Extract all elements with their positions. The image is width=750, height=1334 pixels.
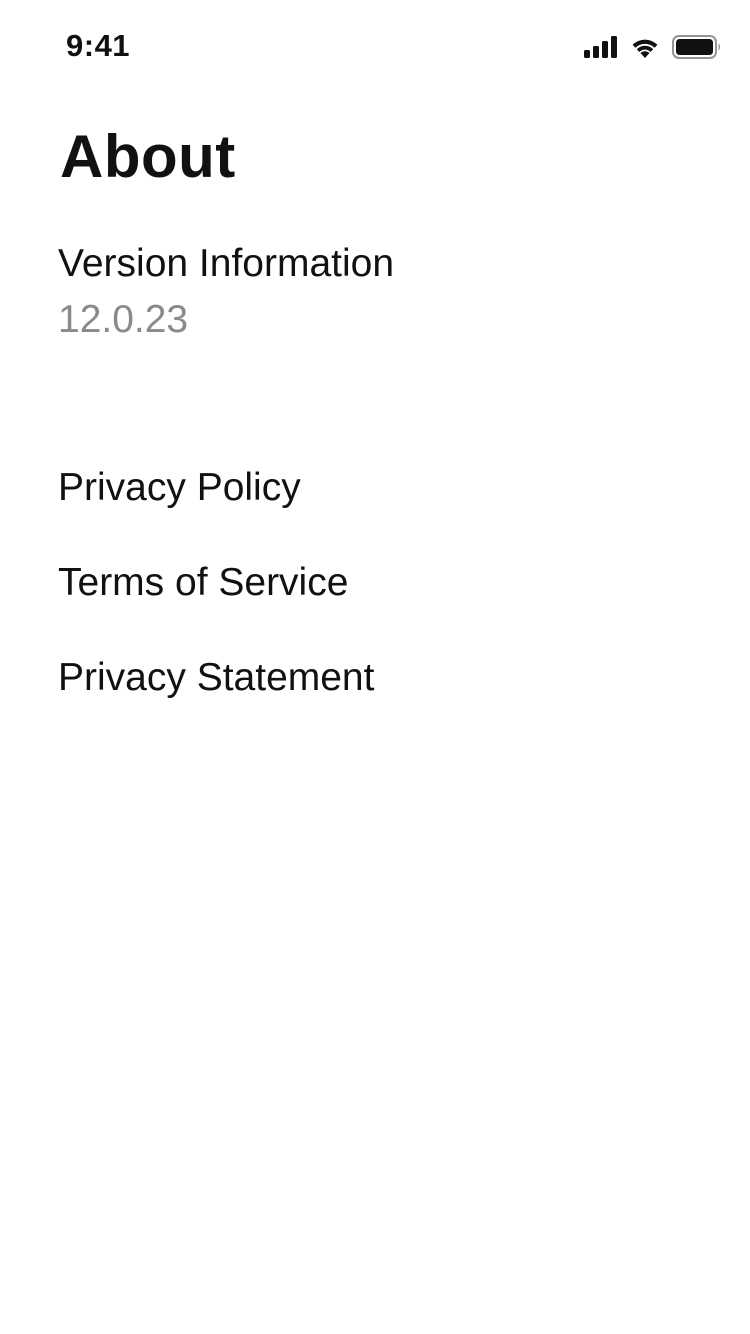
version-value: 12.0.23 — [58, 298, 189, 341]
privacy-policy-link[interactable]: Privacy Policy — [58, 440, 690, 535]
page-title: About — [60, 123, 236, 190]
version-label: Version Information — [58, 242, 395, 285]
cellular-signal-icon — [584, 36, 618, 58]
about-screen: 9:41 About Version Information 12.0.23 P… — [0, 0, 750, 1334]
about-menu-list: Privacy Policy Terms of Service Privacy … — [58, 440, 690, 725]
status-icons — [584, 32, 722, 62]
privacy-statement-link[interactable]: Privacy Statement — [58, 630, 690, 725]
status-bar: 9:41 — [0, 0, 750, 90]
battery-icon — [672, 35, 722, 59]
wifi-icon — [630, 36, 660, 58]
status-time: 9:41 — [66, 28, 131, 63]
terms-of-service-link[interactable]: Terms of Service — [58, 535, 690, 630]
